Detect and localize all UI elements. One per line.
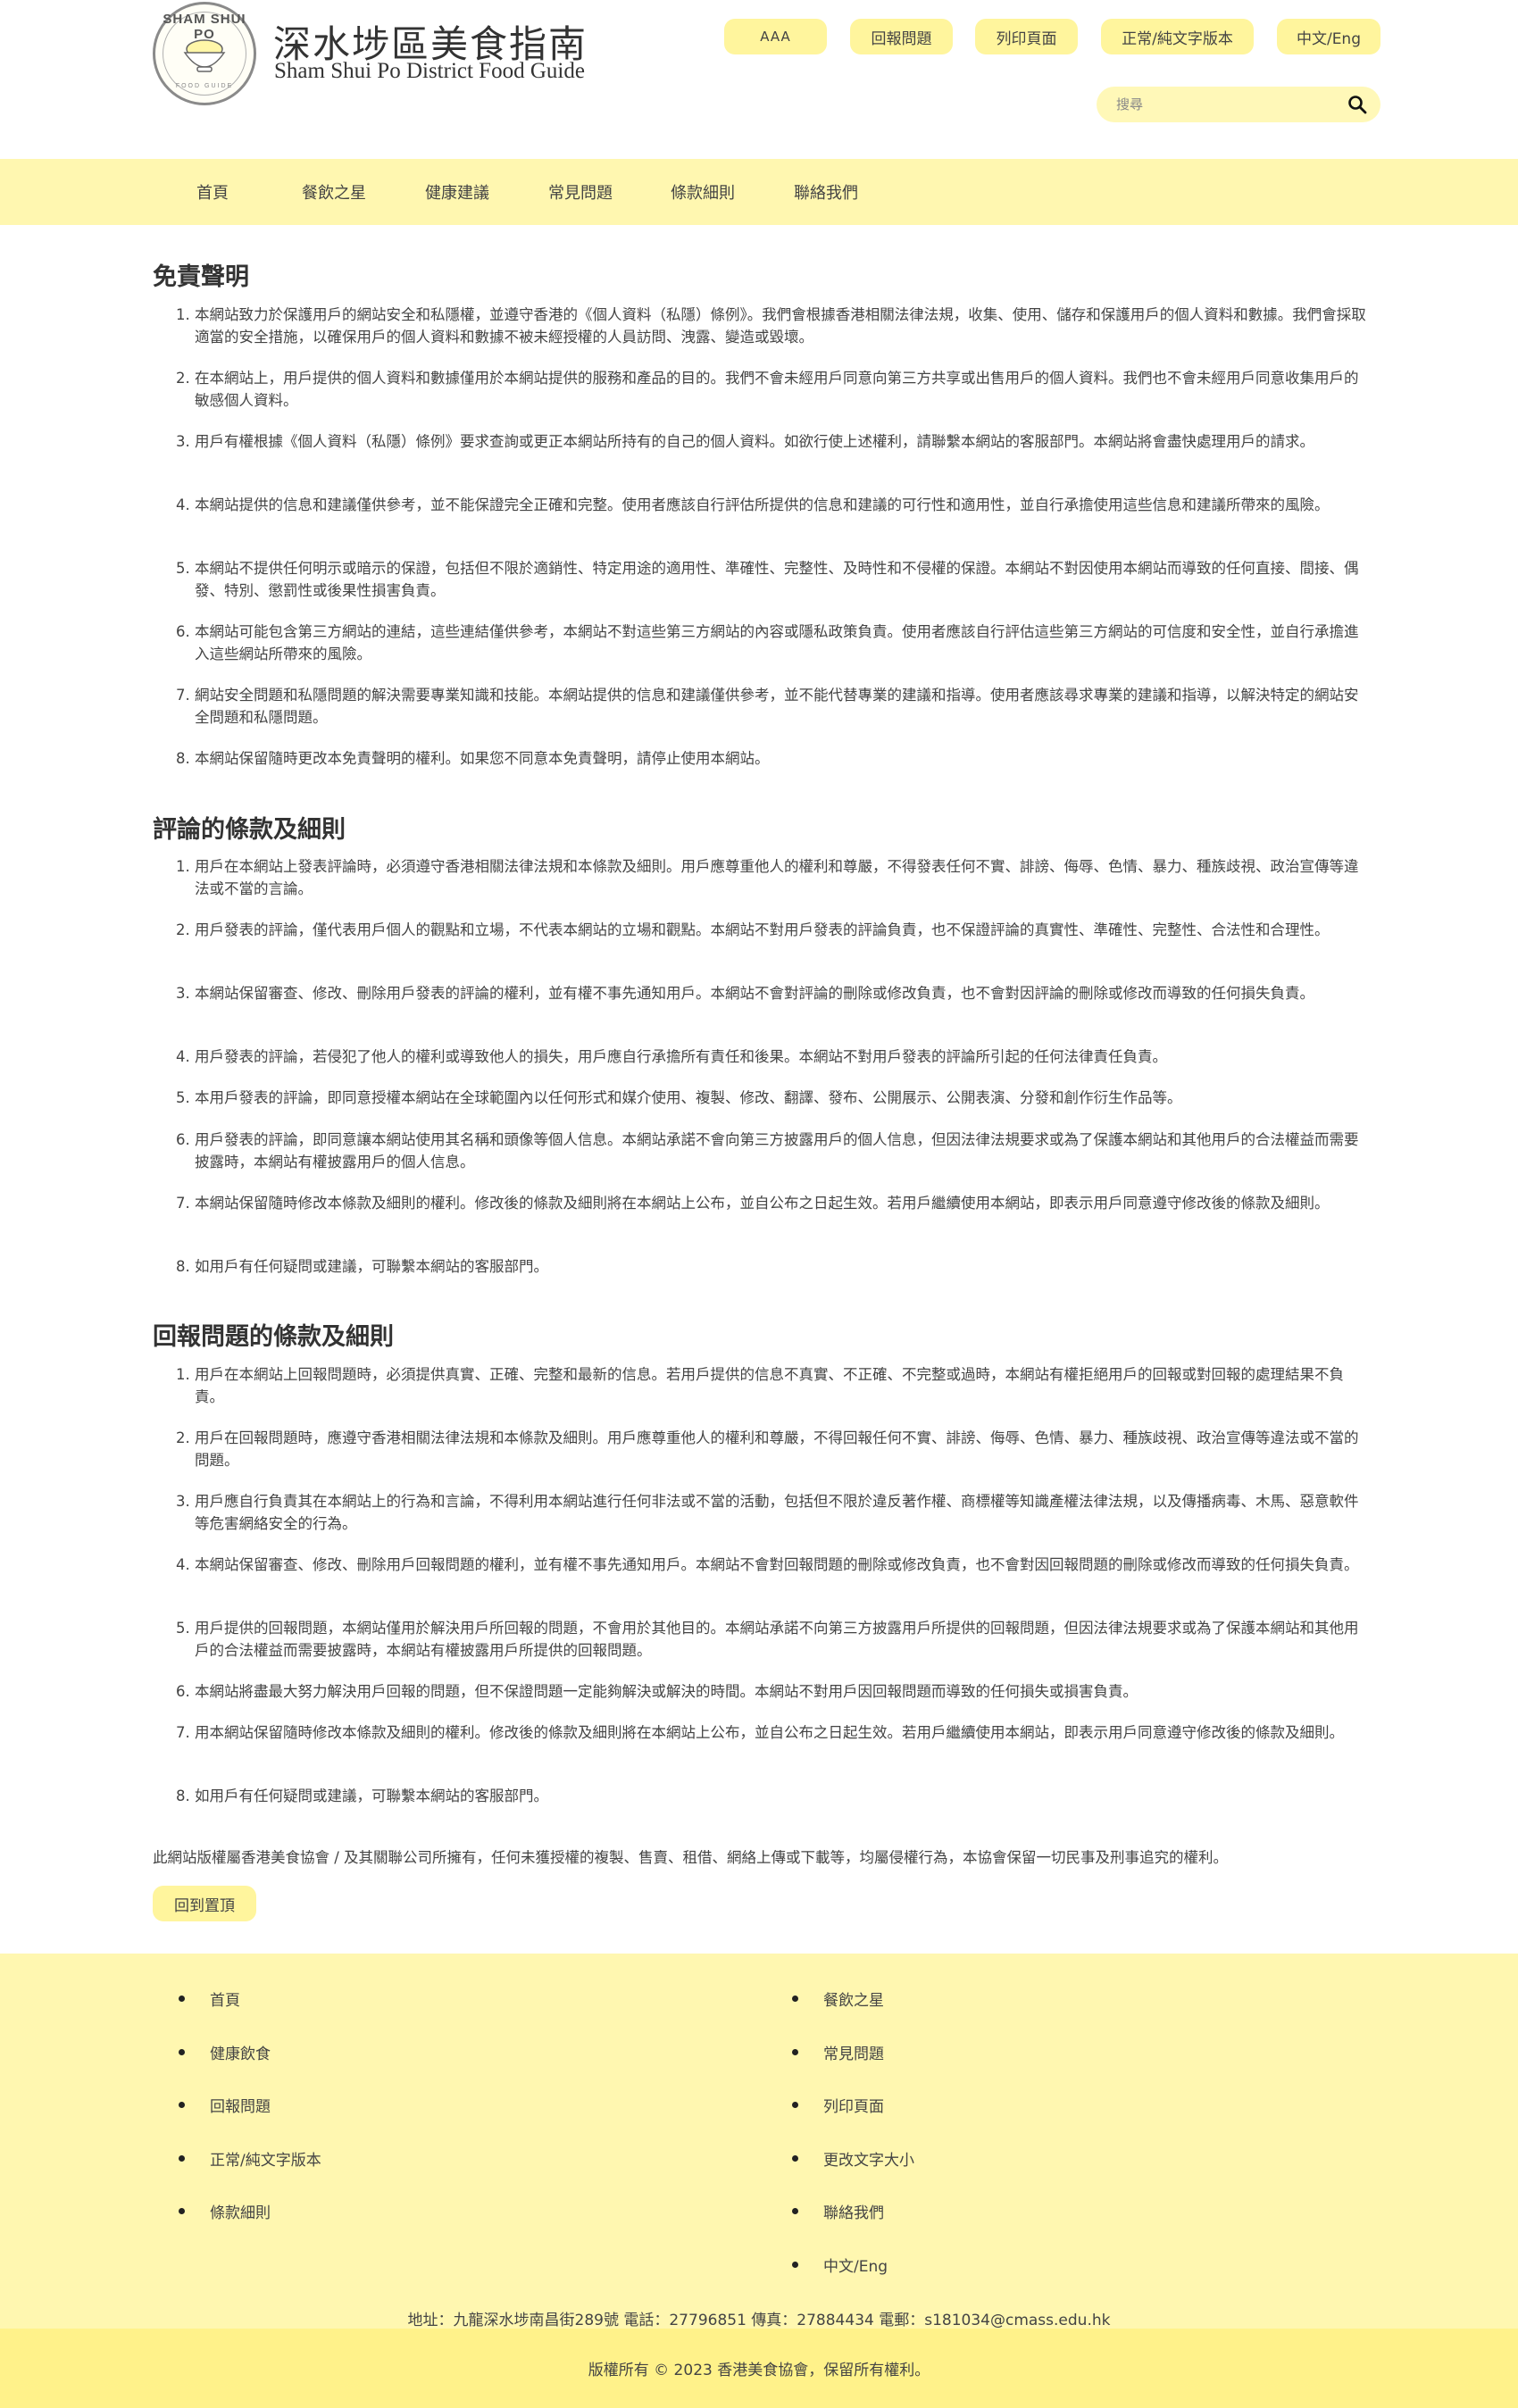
bullet-icon bbox=[792, 2262, 798, 2268]
text-version-button[interactable]: 正常/純文字版本 bbox=[1101, 19, 1254, 54]
list-item: 4. 用戶發表的評論，若侵犯了他人的權利或導致他人的損失，用戶應自行承擔所有責任和… bbox=[176, 1048, 1167, 1065]
nav-item-contact[interactable]: 聯絡我們 bbox=[794, 159, 858, 225]
bullet-icon bbox=[179, 2208, 185, 2214]
main-nav: 首頁 餐飲之星 健康建議 常見問題 條款細則 聯絡我們 bbox=[0, 159, 1518, 225]
site-footer: 首頁 健康飲食 回報問題 正常/純文字版本 條款細則 餐飲之星 常見問題 列印頁… bbox=[0, 1954, 1518, 2329]
search-bar bbox=[1097, 87, 1380, 122]
footer-link-contact[interactable]: 聯絡我們 bbox=[792, 2200, 884, 2222]
list-item: 6. 用戶發表的評論，即同意讓本網站使用其名稱和頭像等個人信息。本網站承諾不會向第… bbox=[176, 1131, 1359, 1171]
list-item: 7. 本網站保留隨時修改本條款及細則的權利。修改後的條款及細則將在本網站上公布，並… bbox=[176, 1195, 1330, 1212]
nav-item-home[interactable]: 首頁 bbox=[196, 159, 229, 225]
list-item: 3. 用戶應自行負責其在本網站上的行為和言論，不得利用本網站進行任何非法或不當的活… bbox=[176, 1493, 1359, 1532]
site-header: SHAM SHUI PO FOOD GUIDE 深水埗區美食指南 Sham Sh… bbox=[0, 0, 1518, 159]
list-item: 1. 本網站致力於保護用戶的網站安全和私隱權，並遵守香港的《個人資料（私隱）條例》… bbox=[176, 306, 1366, 346]
list-item: 7. 用本網站保留隨時修改本條款及細則的權利。修改後的條款及細則將在本網站上公布，… bbox=[176, 1724, 1344, 1741]
bullet-icon bbox=[792, 1996, 798, 2002]
footer-link-home[interactable]: 首頁 bbox=[179, 1987, 240, 2010]
nav-item-dining-star[interactable]: 餐飲之星 bbox=[302, 159, 366, 225]
bullet-icon bbox=[179, 2102, 185, 2108]
list-item: 4. 本網站提供的信息和建議僅供參考，並不能保證完全正確和完整。使用者應該自行評估… bbox=[176, 496, 1330, 513]
list-item: 2. 用戶在回報問題時，應遵守香港相關法律法規和本條款及細則。用戶應尊重他人的權利… bbox=[176, 1429, 1359, 1469]
bullet-icon bbox=[179, 2155, 185, 2162]
list-item: 3. 本網站保留審查、修改、刪除用戶發表的評論的權利，並有權不事先通知用戶。本網站… bbox=[176, 985, 1314, 1002]
language-toggle-button[interactable]: 中文/Eng bbox=[1277, 19, 1380, 54]
list-item: 6. 本網站將盡最大努力解決用戶回報的問題，但不保證問題一定能夠解決或解決的時間。… bbox=[176, 1683, 1138, 1700]
list-item: 6. 本網站可能包含第三方網站的連結，這些連結僅供參考，本網站不對這些第三方網站的… bbox=[176, 623, 1359, 662]
report-problem-button[interactable]: 回報問題 bbox=[850, 19, 953, 54]
bullet-icon bbox=[792, 2155, 798, 2162]
section-title-disclaimer: 免責聲明 bbox=[153, 263, 249, 291]
footer-link-healthy-eating[interactable]: 健康飲食 bbox=[179, 2041, 271, 2063]
list-item: 7. 網站安全問題和私隱問題的解決需要專業知識和技能。本網站提供的信息和建議僅供參… bbox=[176, 687, 1359, 726]
list-item: 1. 用戶在本網站上回報問題時，必須提供真實、正確、完整和最新的信息。若用戶提供的… bbox=[176, 1366, 1344, 1405]
bullet-icon bbox=[792, 2208, 798, 2214]
footer-address: 地址：九龍深水埗南昌街289號 電話：27796851 傳真：27884434 … bbox=[407, 2312, 1111, 2329]
footer-link-terms[interactable]: 條款細則 bbox=[179, 2200, 271, 2222]
nav-item-health-advice[interactable]: 健康建議 bbox=[425, 159, 489, 225]
footer-link-print[interactable]: 列印頁面 bbox=[792, 2094, 884, 2116]
list-item: 8. 如用戶有任何疑問或建議，可聯繫本網站的客服部門。 bbox=[176, 1258, 548, 1275]
logo-text-top: SHAM SHUI PO bbox=[163, 12, 246, 42]
bullet-icon bbox=[179, 2049, 185, 2055]
copyright-text: 版權所有 © 2023 香港美食協會，保留所有權利。 bbox=[588, 2362, 930, 2379]
list-item: 4. 本網站保留審查、修改、刪除用戶回報問題的權利，並有權不事先通知用戶。本網站不… bbox=[176, 1556, 1359, 1573]
list-item: 2. 用戶發表的評論，僅代表用戶個人的觀點和立場，不代表本網站的立場和觀點。本網站… bbox=[176, 921, 1330, 938]
footer-link-faq[interactable]: 常見問題 bbox=[792, 2041, 884, 2063]
site-logo[interactable]: SHAM SHUI PO FOOD GUIDE bbox=[153, 2, 256, 105]
search-input[interactable] bbox=[1116, 96, 1347, 112]
footer-link-text-version[interactable]: 正常/純文字版本 bbox=[179, 2147, 321, 2170]
list-item: 8. 本網站保留隨時更改本免責聲明的權利。如果您不同意本免責聲明，請停止使用本網站… bbox=[176, 750, 770, 767]
list-item: 1. 用戶在本網站上發表評論時，必須遵守香港相關法律法規和本條款及細則。用戶應尊重… bbox=[176, 858, 1359, 897]
list-item: 5. 本用戶發表的評論，即同意授權本網站在全球範圍內以任何形式和媒介使用、複製、修… bbox=[176, 1089, 1182, 1106]
list-item: 3. 用戶有權根據《個人資料（私隱）條例》要求查詢或更正本網站所持有的自己的個人資… bbox=[176, 433, 1314, 450]
footer-copyright: 版權所有 © 2023 香港美食協會，保留所有權利。 bbox=[0, 2329, 1518, 2408]
footer-link-font-size[interactable]: 更改文字大小 bbox=[792, 2147, 914, 2170]
copyright-notice: 此網站版權屬香港美食協會 / 及其關聯公司所擁有，任何未獲授權的複製、售賣、租借… bbox=[153, 1849, 1229, 1866]
list-item: 8. 如用戶有任何疑問或建議，可聯繫本網站的客服部門。 bbox=[176, 1787, 548, 1804]
footer-link-dining-star[interactable]: 餐飲之星 bbox=[792, 1987, 884, 2010]
print-page-button[interactable]: 列印頁面 bbox=[975, 19, 1078, 54]
list-item: 5. 用戶提供的回報問題，本網站僅用於解決用戶所回報的問題，不會用於其他目的。本網… bbox=[176, 1620, 1359, 1659]
footer-link-report[interactable]: 回報問題 bbox=[179, 2094, 271, 2116]
list-item: 5. 本網站不提供任何明示或暗示的保證，包括但不限於適銷性、特定用途的適用性、準確… bbox=[176, 560, 1359, 599]
bullet-icon bbox=[792, 2102, 798, 2108]
footer-link-language[interactable]: 中文/Eng bbox=[792, 2254, 888, 2276]
rice-bowl-icon bbox=[183, 39, 226, 72]
section-title-report-terms: 回報問題的條款及細則 bbox=[153, 1323, 394, 1351]
list-item: 2. 在本網站上，用戶提供的個人資料和數據僅用於本網站提供的服務和產品的目的。我們… bbox=[176, 370, 1359, 409]
section-title-comment-terms: 評論的條款及細則 bbox=[153, 816, 346, 844]
nav-item-faq[interactable]: 常見問題 bbox=[548, 159, 613, 225]
site-title-english: Sham Shui Po District Food Guide bbox=[274, 59, 585, 83]
search-icon[interactable] bbox=[1347, 94, 1368, 115]
bullet-icon bbox=[792, 2049, 798, 2055]
font-size-button[interactable]: AAA bbox=[724, 19, 827, 54]
back-to-top-button[interactable]: 回到置頂 bbox=[153, 1886, 256, 1921]
logo-text-bottom: FOOD GUIDE bbox=[175, 83, 234, 89]
nav-item-terms[interactable]: 條款細則 bbox=[671, 159, 735, 225]
bullet-icon bbox=[179, 1996, 185, 2002]
